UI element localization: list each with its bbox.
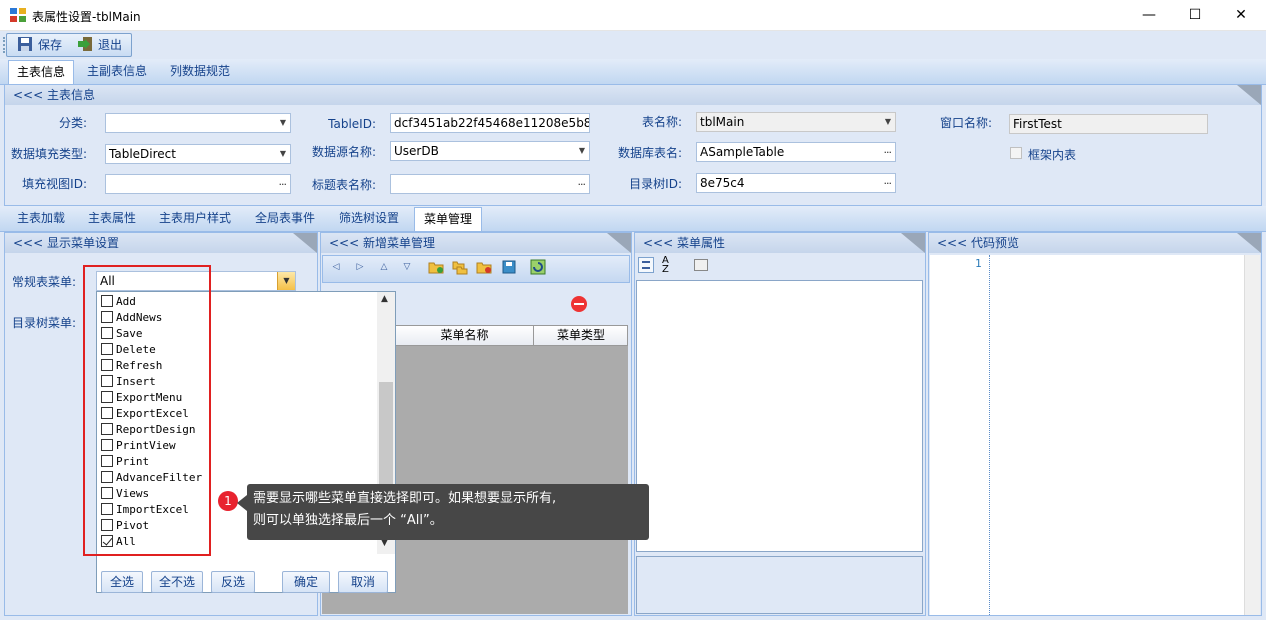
ellipsis-icon[interactable]: ...	[884, 143, 892, 159]
chevron-down-icon: ▼	[884, 117, 891, 126]
fill-type-select[interactable]: TableDirect ▼	[105, 144, 291, 164]
categorized-icon[interactable]	[638, 257, 654, 273]
select-all-button[interactable]: 全选	[101, 571, 143, 593]
close-button[interactable]: ✕	[1218, 0, 1264, 31]
tab-menu-manage[interactable]: 菜单管理	[414, 207, 483, 231]
exit-label: 退出	[98, 38, 123, 52]
scroll-up-icon[interactable]: ▲	[381, 294, 388, 304]
col-menu-name[interactable]: 菜单名称	[395, 325, 534, 346]
toolbar-grip[interactable]	[3, 37, 5, 53]
ok-button[interactable]: 确定	[282, 571, 330, 593]
property-grid[interactable]	[636, 280, 923, 552]
tab-main-info[interactable]: 主表信息	[8, 60, 75, 85]
fill-view-label: 填充视图ID:	[22, 177, 87, 191]
col-menu-type[interactable]: 菜单类型	[534, 325, 628, 346]
move-right-icon[interactable]: ▷	[352, 259, 368, 275]
tree-id-label: 目录树ID:	[629, 177, 682, 191]
fill-type-label: 数据填充类型:	[10, 147, 87, 161]
exit-icon	[78, 37, 92, 51]
window-title: 表属性设置-tblMain	[32, 10, 141, 24]
app-icon	[10, 8, 26, 22]
callout-tooltip: 需要显示哪些菜单直接选择即可。如果想要显示所有, 则可以单独选择最后一个 “Al…	[247, 484, 649, 540]
window-name-field[interactable]: FirstTest	[1009, 114, 1208, 134]
remove-icon[interactable]	[571, 296, 587, 312]
db-table-label: 数据库表名:	[617, 146, 682, 160]
frame-inner-label: 框架内表	[1028, 148, 1077, 162]
ellipsis-icon[interactable]: ...	[884, 174, 892, 190]
move-down-icon[interactable]: ▽	[399, 259, 415, 275]
tab-global-events[interactable]: 全局表事件	[246, 207, 324, 231]
datasource-label: 数据源名称:	[311, 145, 376, 159]
tab-main-user-style[interactable]: 主表用户样式	[150, 207, 240, 231]
highlight-frame	[83, 265, 211, 556]
title-table-label: 标题表名称:	[311, 178, 376, 192]
callout-line-1: 需要显示哪些菜单直接选择即可。如果想要显示所有,	[253, 491, 557, 506]
chevron-down-icon: ▼	[279, 118, 286, 127]
chevron-down-icon: ▼	[279, 149, 286, 158]
add-subfolder-icon[interactable]	[452, 259, 468, 275]
select-none-button[interactable]: 全不选	[151, 571, 203, 593]
minimize-button[interactable]: —	[1126, 0, 1172, 31]
line-number-gutter	[930, 255, 990, 615]
ellipsis-icon[interactable]: ...	[578, 175, 586, 191]
refresh-icon[interactable]	[530, 259, 546, 275]
save-icon	[18, 37, 32, 51]
tab-main-load[interactable]: 主表加载	[8, 207, 74, 231]
main-info-header: <<< 主表信息	[5, 85, 1261, 105]
code-preview-header: <<< 代码预览	[929, 233, 1261, 253]
chevron-down-icon: ▼	[578, 146, 585, 155]
exit-button[interactable]: 退出	[77, 36, 122, 54]
toolbar-group: 保存 退出	[6, 33, 132, 57]
tab-sub-info[interactable]: 主副表信息	[79, 60, 155, 85]
new-menu-header: <<< 新增菜单管理	[321, 233, 631, 253]
category-label: 分类:	[58, 116, 87, 130]
title-bar	[0, 0, 1266, 31]
tab-column-spec[interactable]: 列数据规范	[162, 60, 238, 85]
menu-props-header: <<< 菜单属性	[635, 233, 925, 253]
tablename-label: 表名称:	[641, 115, 682, 129]
tablename-select[interactable]: tblMain ▼	[696, 112, 896, 132]
regular-menu-label: 常规表菜单:	[12, 275, 77, 289]
tableid-label: TableID:	[328, 117, 376, 131]
move-up-icon[interactable]: △	[376, 259, 392, 275]
window-name-label: 窗口名称:	[939, 116, 992, 130]
frame-inner-checkbox[interactable]	[1010, 147, 1022, 159]
save-label: 保存	[38, 38, 63, 52]
callout-line-2: 则可以单独选择最后一个 “All”。	[253, 513, 443, 528]
sort-az-icon[interactable]: AZ	[662, 256, 669, 275]
code-scrollbar[interactable]	[1244, 255, 1260, 615]
tableid-field[interactable]: dcf3451ab22f45468e11208e5b84!	[390, 113, 590, 133]
toolbar	[0, 31, 1266, 59]
move-left-icon[interactable]: ◁	[328, 259, 344, 275]
maximize-button[interactable]: ☐	[1172, 0, 1218, 31]
invert-selection-button[interactable]: 反选	[211, 571, 255, 593]
property-description	[636, 556, 923, 614]
fill-view-field[interactable]: ...	[105, 174, 291, 194]
db-table-field[interactable]: ASampleTable...	[696, 142, 896, 162]
datasource-select[interactable]: UserDB ▼	[390, 141, 590, 161]
save-menu-icon[interactable]	[501, 259, 517, 275]
callout-arrow	[237, 495, 247, 511]
chevron-down-icon[interactable]: ▼	[277, 272, 295, 290]
menu-settings-header: <<< 显示菜单设置	[5, 233, 317, 253]
tab-filter-tree[interactable]: 筛选树设置	[330, 207, 408, 231]
tree-id-field[interactable]: 8e75c4...	[696, 173, 896, 193]
callout-number: 1	[218, 491, 238, 511]
title-table-field[interactable]: ...	[390, 174, 590, 194]
cancel-button[interactable]: 取消	[338, 571, 388, 593]
add-folder-icon[interactable]	[428, 259, 444, 275]
tree-menu-label: 目录树菜单:	[12, 316, 77, 330]
ellipsis-icon[interactable]: ...	[279, 175, 287, 191]
save-button[interactable]: 保存	[17, 36, 62, 54]
category-select[interactable]: ▼	[105, 113, 291, 133]
property-pages-icon[interactable]	[694, 259, 708, 271]
delete-folder-icon[interactable]	[476, 259, 492, 275]
line-number: 1	[975, 257, 982, 270]
tab-main-props[interactable]: 主表属性	[79, 207, 145, 231]
